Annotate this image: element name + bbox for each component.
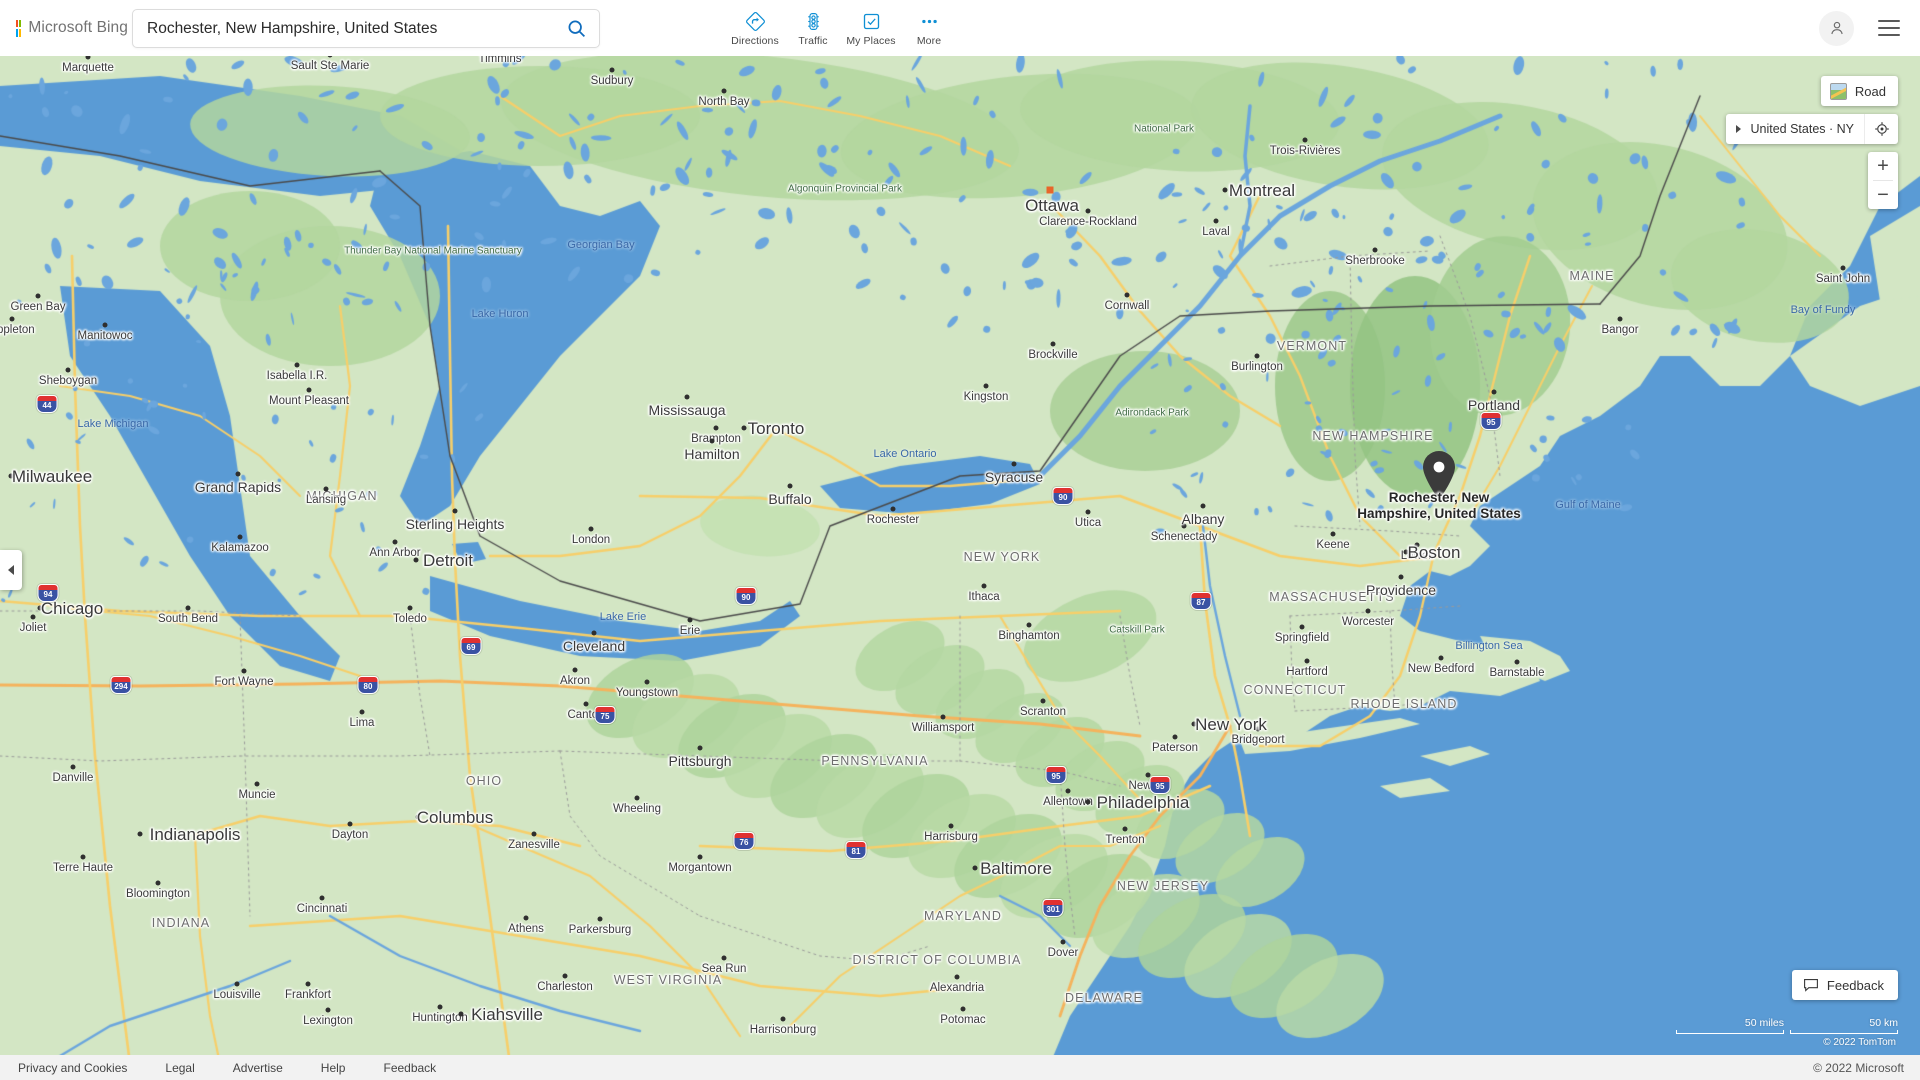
map-feedback-label: Feedback — [1826, 977, 1884, 993]
zoom-controls: + − — [1868, 152, 1898, 209]
footer-copyright: © 2022 Microsoft — [1813, 1060, 1904, 1075]
map-pin-label: Rochester, New Hampshire, United States — [1357, 490, 1521, 522]
header-right-controls — [1819, 0, 1906, 56]
microsoft-squares-logo-icon — [16, 19, 22, 37]
chevron-right-icon[interactable] — [1726, 125, 1750, 133]
toolbar-label-directions: Directions — [731, 35, 779, 47]
toolbar-item-more[interactable]: More — [900, 5, 958, 47]
toolbar-label-more: More — [916, 35, 942, 47]
search-icon — [568, 20, 585, 37]
map-style-button[interactable]: Road — [1820, 76, 1898, 106]
chevron-left-icon — [8, 565, 14, 575]
bing-logo-text: Microsoft Bing — [28, 19, 128, 36]
footer-link-help[interactable]: Help — [321, 1061, 346, 1075]
footer-link-legal[interactable]: Legal — [165, 1061, 194, 1075]
toolbar-label-my-places: My Places — [846, 35, 896, 47]
pin-label-line1: Rochester, New — [1388, 490, 1490, 505]
toolbar-label-traffic: Traffic — [798, 35, 828, 47]
collapse-panel-button[interactable] — [0, 550, 22, 590]
map-style-label: Road — [1854, 83, 1886, 99]
footer-link-advertise[interactable]: Advertise — [233, 1061, 283, 1075]
locate-target-button[interactable] — [1864, 114, 1898, 144]
footer-link-privacy[interactable]: Privacy and Cookies — [18, 1061, 127, 1075]
region-label: United States · NY — [1750, 122, 1854, 136]
account-avatar-button[interactable] — [1819, 10, 1854, 46]
search-box[interactable] — [132, 9, 600, 48]
locate-target-icon — [1874, 122, 1889, 136]
map-style-icon — [1829, 82, 1847, 100]
zoom-in-button[interactable]: + — [1868, 152, 1898, 180]
bing-logo[interactable]: Microsoft Bing — [16, 19, 128, 37]
zoom-out-button[interactable]: − — [1868, 181, 1898, 209]
hamburger-menu-icon — [1878, 20, 1900, 36]
search-input[interactable] — [133, 10, 553, 47]
speech-bubble-icon — [1803, 979, 1818, 992]
hamburger-menu-button[interactable] — [1872, 11, 1906, 45]
footer-links: Privacy and Cookies Legal Advertise Help… — [18, 1061, 436, 1075]
footer-link-feedback[interactable]: Feedback — [383, 1061, 436, 1075]
toolbar-item-my-places[interactable]: My Places — [842, 5, 900, 47]
app-header: Microsoft Bing Directions — [0, 0, 1920, 56]
person-avatar-icon — [1830, 21, 1843, 35]
map-tiles-canvas[interactable] — [0, 56, 1920, 1064]
ellipsis-icon — [919, 10, 940, 32]
traffic-light-icon — [803, 10, 824, 32]
region-selector[interactable]: United States · NY — [1726, 114, 1898, 144]
directions-icon — [745, 10, 766, 32]
checkbox-icon — [861, 10, 882, 32]
map-attribution: © 2022 TomTom — [1823, 1037, 1896, 1048]
toolbar-item-traffic[interactable]: Traffic — [784, 5, 842, 47]
page-footer: Privacy and Cookies Legal Advertise Help… — [0, 1055, 1920, 1080]
map-viewport[interactable]: Lake Michigan Lake Huron Georgian Bay Lake … — [0, 56, 1920, 1064]
map-toolbar: Directions Traffic My Places More — [726, 5, 958, 47]
map-feedback-button[interactable]: Feedback — [1791, 970, 1898, 1000]
toolbar-item-directions[interactable]: Directions — [726, 5, 784, 47]
search-submit-button[interactable] — [553, 10, 599, 47]
pin-label-line2: Hampshire, United States — [1357, 506, 1521, 521]
